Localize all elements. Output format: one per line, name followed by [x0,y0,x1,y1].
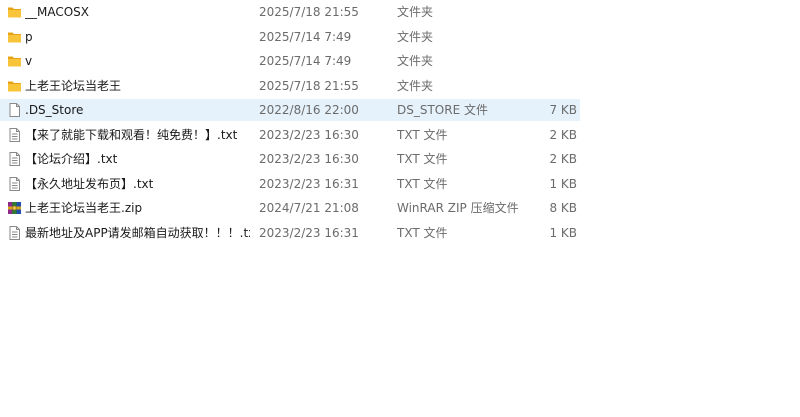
file-type: 文件夹 [397,79,434,93]
modified-date: 2025/7/14 7:49 [259,54,352,68]
list-item-forum-intro-txt[interactable]: 【论坛介绍】.txt 2023/2/23 16:30 TXT 文件 2 KB [0,148,580,170]
modified-date: 2023/2/23 16:30 [259,128,359,142]
modified-date: 2023/2/23 16:31 [259,226,359,240]
list-item-ds-store[interactable]: .DS_Store 2022/8/16 22:00 DS_STORE 文件 7 … [0,99,580,121]
file-size: 2 KB [549,128,577,142]
list-item-v-folder[interactable]: v 2025/7/14 7:49 文件夹 [0,50,580,72]
file-name: 上老王论坛当老王 [25,79,122,93]
file-name: v [25,54,33,68]
file-name: __MACOSX [25,5,90,19]
modified-date: 2023/2/23 16:30 [259,152,359,166]
file-list[interactable]: __MACOSX 2025/7/18 21:55 文件夹 p 2025/7/14… [0,0,800,417]
list-item-latest-address-txt[interactable]: 最新地址及APP请发邮箱自动获取！！！.txt 2023/2/23 16:31 … [0,222,580,244]
modified-date: 2025/7/14 7:49 [259,30,352,44]
list-item-p-folder[interactable]: p 2025/7/14 7:49 文件夹 [0,26,580,48]
modified-date: 2025/7/18 21:55 [259,5,359,19]
file-size: 7 KB [549,103,577,117]
file-type: 文件夹 [397,5,434,19]
file-type: 文件夹 [397,54,434,68]
folder-icon [7,54,22,68]
file-icon [7,103,22,117]
file-name: 【永久地址发布页】.txt [25,177,154,191]
list-item-permanent-address-txt[interactable]: 【永久地址发布页】.txt 2023/2/23 16:31 TXT 文件 1 K… [0,173,580,195]
list-item-laowang-folder[interactable]: 上老王论坛当老王 2025/7/18 21:55 文件夹 [0,75,580,97]
file-name: 最新地址及APP请发邮箱自动获取！！！.txt [25,226,250,240]
file-size: 2 KB [549,152,577,166]
file-size: 1 KB [549,226,577,240]
text-file-icon [7,128,22,142]
file-name: .DS_Store [25,103,84,117]
folder-icon [7,79,22,93]
file-size: 8 KB [549,201,577,215]
modified-date: 2022/8/16 22:00 [259,103,359,117]
folder-icon [7,5,22,19]
winrar-archive-icon [7,201,22,215]
modified-date: 2024/7/21 21:08 [259,201,359,215]
file-name: 【来了就能下载和观看！纯免费！】.txt [25,128,238,142]
list-item-macosx-folder[interactable]: __MACOSX 2025/7/18 21:55 文件夹 [0,1,580,23]
file-name: 【论坛介绍】.txt [25,152,118,166]
file-name: 上老王论坛当老王.zip [25,201,143,215]
folder-icon [7,30,22,44]
modified-date: 2025/7/18 21:55 [259,79,359,93]
file-name: p [25,30,33,44]
text-file-icon [7,177,22,191]
file-size: 1 KB [549,177,577,191]
list-item-laowang-zip[interactable]: 上老王论坛当老王.zip 2024/7/21 21:08 WinRAR ZIP … [0,197,580,219]
file-type: 文件夹 [397,30,434,44]
text-file-icon [7,226,22,240]
list-item-free-download-txt[interactable]: 【来了就能下载和观看！纯免费！】.txt 2023/2/23 16:30 TXT… [0,124,580,146]
text-file-icon [7,152,22,166]
modified-date: 2023/2/23 16:31 [259,177,359,191]
